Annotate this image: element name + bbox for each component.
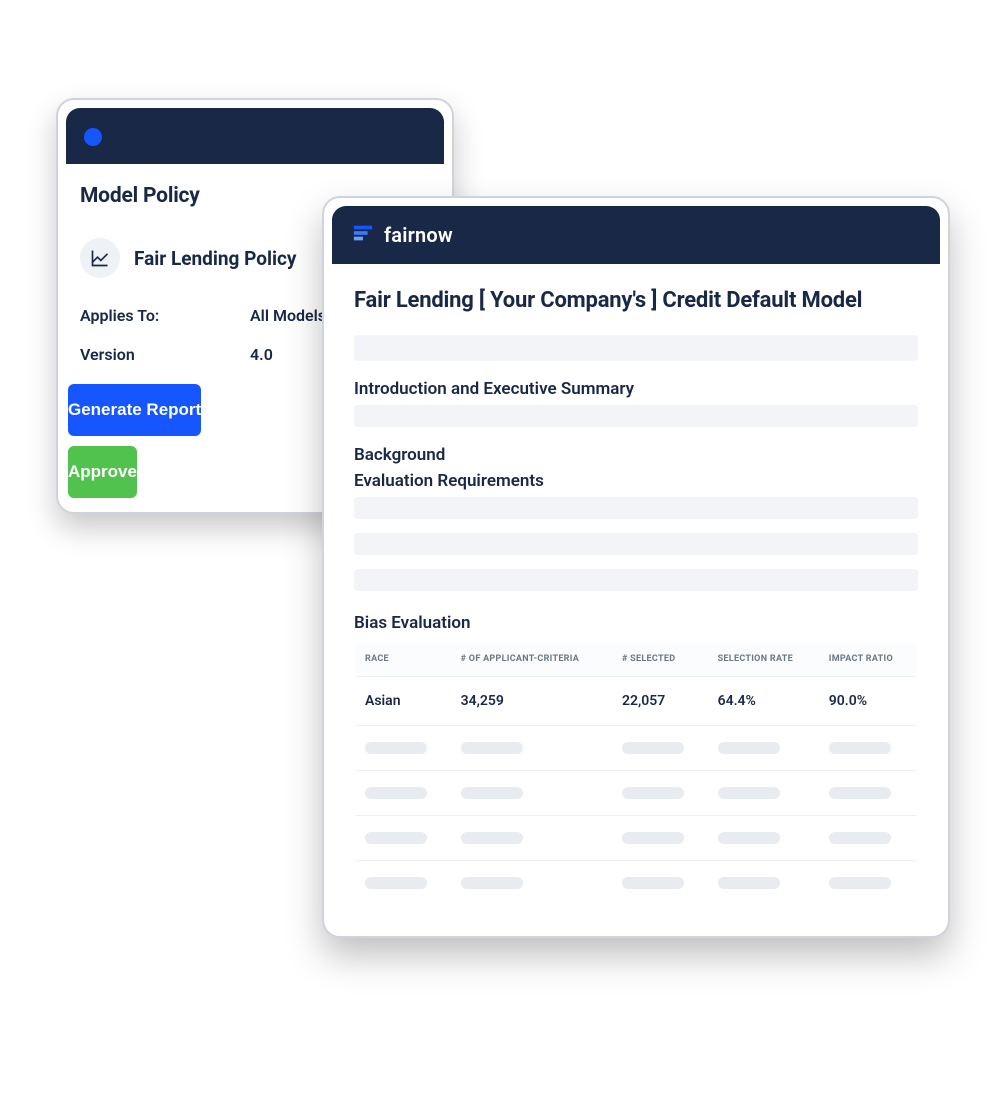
table-cell-placeholder — [355, 861, 451, 906]
table-cell-placeholder — [819, 726, 918, 771]
table-cell-placeholder — [612, 771, 708, 816]
meta-value: All Models — [250, 306, 326, 325]
fairnow-logo-icon — [352, 222, 374, 248]
col-header-applicants: # OF APPLICANT-CRITERIA — [451, 642, 612, 677]
section-heading-requirements: Evaluation Requirements — [354, 471, 918, 491]
table-cell: 22,057 — [612, 677, 708, 726]
placeholder-bar — [354, 405, 918, 427]
report-title: Fair Lending [ Your Company's ] Credit D… — [354, 288, 918, 313]
table-cell-placeholder — [355, 726, 451, 771]
table-cell-placeholder — [708, 726, 819, 771]
bias-table: RACE # OF APPLICANT-CRITERIA # SELECTED … — [354, 641, 918, 906]
table-cell-placeholder — [451, 726, 612, 771]
table-row-placeholder — [355, 726, 918, 771]
table-cell: Asian — [355, 677, 451, 726]
section-heading-background: Background — [354, 445, 918, 465]
col-header-race: RACE — [355, 642, 451, 677]
table-row: Asian34,25922,05764.4%90.0% — [355, 677, 918, 726]
table-cell-placeholder — [819, 771, 918, 816]
table-row-placeholder — [355, 861, 918, 906]
col-header-impact: IMPACT RATIO — [819, 642, 918, 677]
table-cell-placeholder — [612, 726, 708, 771]
table-cell-placeholder — [451, 771, 612, 816]
policy-name: Fair Lending Policy — [134, 247, 297, 270]
brand-name: fairnow — [384, 223, 453, 247]
placeholder-bar — [354, 335, 918, 361]
meta-label: Version — [80, 345, 250, 364]
table-cell: 64.4% — [708, 677, 819, 726]
meta-label: Applies To: — [80, 306, 250, 325]
table-cell-placeholder — [355, 816, 451, 861]
table-cell-placeholder — [451, 816, 612, 861]
section-heading-bias: Bias Evaluation — [354, 613, 918, 633]
report-card: fairnow Fair Lending [ Your Company's ] … — [322, 196, 950, 938]
table-cell-placeholder — [612, 861, 708, 906]
table-cell: 90.0% — [819, 677, 918, 726]
report-body: Fair Lending [ Your Company's ] Credit D… — [324, 264, 948, 936]
table-cell-placeholder — [355, 771, 451, 816]
generate-report-button[interactable]: Generate Report — [68, 384, 201, 436]
table-row-placeholder — [355, 771, 918, 816]
col-header-selected: # SELECTED — [612, 642, 708, 677]
table-cell-placeholder — [708, 861, 819, 906]
table-cell-placeholder — [708, 816, 819, 861]
policy-card-header — [66, 108, 444, 164]
table-cell-placeholder — [612, 816, 708, 861]
report-card-header: fairnow — [332, 206, 940, 264]
placeholder-bar — [354, 497, 918, 519]
table-cell-placeholder — [708, 771, 819, 816]
table-cell: 34,259 — [451, 677, 612, 726]
placeholder-bar — [354, 569, 918, 591]
col-header-rate: SELECTION RATE — [708, 642, 819, 677]
table-cell-placeholder — [451, 861, 612, 906]
section-heading-intro: Introduction and Executive Summary — [354, 379, 918, 399]
meta-value: 4.0 — [250, 345, 273, 364]
chart-line-icon — [80, 238, 120, 278]
table-row-placeholder — [355, 816, 918, 861]
table-cell-placeholder — [819, 861, 918, 906]
placeholder-bar — [354, 533, 918, 555]
table-cell-placeholder — [819, 816, 918, 861]
approve-button[interactable]: Approve — [68, 446, 137, 498]
window-dot-icon — [84, 128, 102, 146]
